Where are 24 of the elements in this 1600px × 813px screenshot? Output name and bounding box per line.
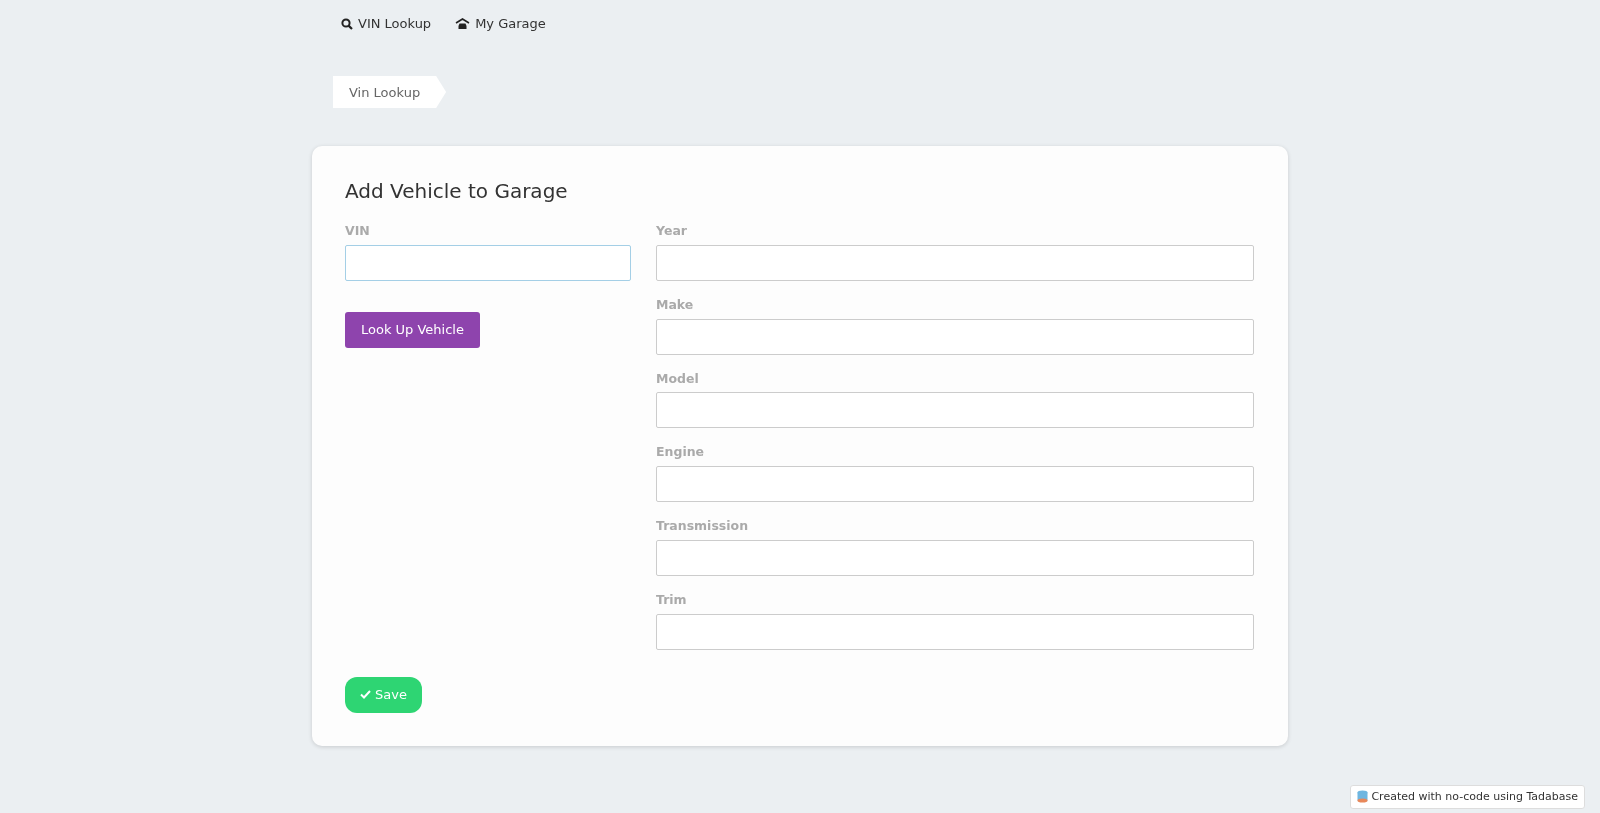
breadcrumb[interactable]: Vin Lookup	[333, 76, 447, 108]
field-label: Year	[656, 222, 688, 240]
database-icon	[1357, 790, 1369, 804]
field-label: Engine	[656, 443, 706, 462]
text-input-field[interactable]	[656, 318, 1254, 355]
text-input-field[interactable]	[656, 613, 1254, 650]
form-title: Add Vehicle to Garage	[345, 178, 569, 205]
text-input-field[interactable]	[656, 392, 1254, 429]
field-label: VIN	[345, 222, 371, 240]
text-input-field[interactable]	[656, 244, 1254, 281]
field-label: Trim	[656, 590, 688, 609]
garage-car-icon	[455, 18, 471, 30]
vin-input-field[interactable]	[345, 244, 631, 281]
tadabase-badge[interactable]: Created with no-code using Tadabase	[1350, 784, 1585, 809]
text-input-field[interactable]	[656, 539, 1254, 576]
nav-link[interactable]: My Garage	[455, 8, 546, 40]
look-up-vehicle-button[interactable]: Look Up Vehicle	[345, 311, 480, 348]
nav-link[interactable]: VIN Lookup	[341, 8, 432, 40]
text-input-field[interactable]	[656, 466, 1254, 502]
field-label: Make	[656, 295, 695, 314]
field-label: Transmission	[656, 517, 750, 535]
checkmark-icon	[360, 690, 371, 699]
field-label: Model	[656, 369, 700, 388]
search-icon	[341, 18, 353, 30]
